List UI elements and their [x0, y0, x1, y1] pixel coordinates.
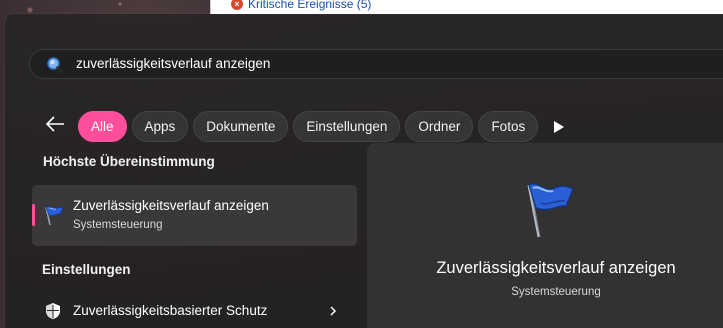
- detail-title: Zuverlässigkeitsverlauf anzeigen: [436, 259, 676, 277]
- blue-flag-icon: [45, 206, 64, 226]
- critical-events-label: Kritische Ereignisse (5): [248, 0, 372, 11]
- search-query-text: zuverlässigkeitsverlauf anzeigen: [76, 56, 271, 71]
- chevron-right-icon: [330, 306, 337, 316]
- best-match-result[interactable]: Zuverlässigkeitsverlauf anzeigen Systems…: [32, 185, 357, 246]
- result-detail-pane: Zuverlässigkeitsverlauf anzeigen Systems…: [367, 143, 723, 328]
- settings-item-reputation-protection[interactable]: Zuverlässigkeitsbasierter Schutz: [32, 295, 357, 328]
- filter-chip-alle[interactable]: Alle: [78, 111, 127, 142]
- selection-indicator: [32, 204, 35, 226]
- best-match-title: Zuverlässigkeitsverlauf anzeigen: [73, 198, 269, 213]
- best-match-subtitle: Systemsteuerung: [73, 219, 163, 231]
- play-more-icon[interactable]: [553, 120, 565, 134]
- blue-flag-icon: [527, 183, 574, 238]
- filter-chip-apps[interactable]: Apps: [131, 111, 189, 142]
- filter-chip-fotos[interactable]: Fotos: [478, 111, 539, 142]
- search-panel: zuverlässigkeitsverlauf anzeigen Alle Ap…: [5, 14, 723, 328]
- search-input[interactable]: zuverlässigkeitsverlauf anzeigen: [29, 49, 723, 79]
- filter-chips: Alle Apps Dokumente Einstellungen Ordner…: [78, 111, 539, 142]
- back-arrow-icon[interactable]: [43, 112, 67, 136]
- shield-icon: [46, 303, 60, 319]
- settings-item-label: Zuverlässigkeitsbasierter Schutz: [73, 303, 268, 318]
- background-app-window[interactable]: × Kritische Ereignisse (5): [210, 0, 723, 15]
- filter-chip-einstellungen[interactable]: Einstellungen: [293, 111, 401, 142]
- best-match-heading: Höchste Übereinstimmung: [43, 154, 215, 169]
- search-icon: [47, 57, 64, 74]
- detail-subtitle: Systemsteuerung: [511, 286, 601, 298]
- critical-events-item[interactable]: × Kritische Ereignisse (5): [231, 0, 371, 11]
- filter-chip-dokumente[interactable]: Dokumente: [193, 111, 289, 142]
- filter-chip-ordner[interactable]: Ordner: [405, 111, 474, 142]
- error-icon: ×: [231, 0, 243, 10]
- settings-heading: Einstellungen: [42, 262, 131, 277]
